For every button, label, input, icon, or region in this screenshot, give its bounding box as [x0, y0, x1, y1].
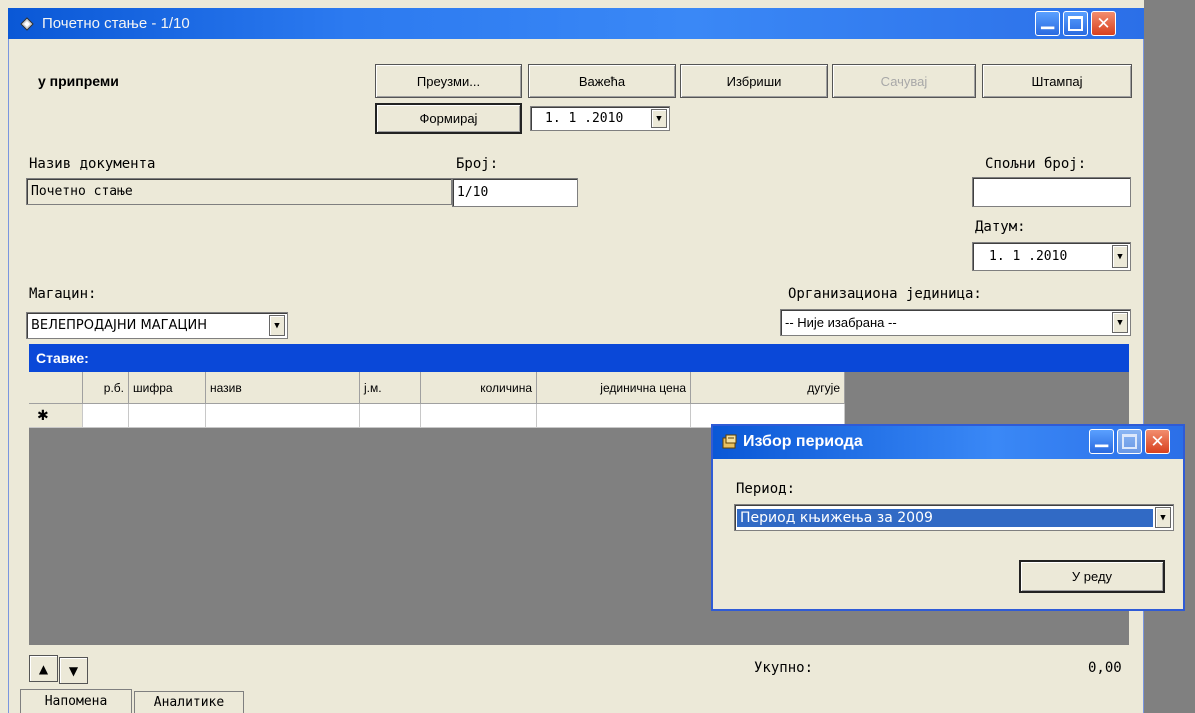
preuzmi-button[interactable]: Преузми... — [375, 64, 522, 98]
title-bar[interactable]: Почетно стање - 1/10 ▁ ✕ — [8, 8, 1144, 39]
app-icon — [20, 17, 34, 31]
dialog-minimize-button[interactable]: ▁ — [1089, 428, 1114, 454]
maximize-button[interactable] — [1063, 11, 1088, 36]
chevron-down-icon[interactable]: ▼ — [1112, 312, 1128, 333]
chevron-down-icon[interactable]: ▼ — [1155, 507, 1171, 528]
period-value: Период књижења за 2009 — [737, 508, 1153, 527]
dialog-title-bar[interactable]: Избор периода ▁ ✕ — [713, 426, 1183, 459]
column-header-jedinicna-cena[interactable]: јединична цена — [537, 372, 691, 404]
chevron-down-icon[interactable]: ▼ — [269, 315, 285, 336]
minimize-button[interactable]: ▁ — [1035, 10, 1060, 36]
table-cell[interactable] — [83, 404, 129, 428]
table-cell[interactable] — [129, 404, 206, 428]
table-cell[interactable] — [537, 404, 691, 428]
table-cell[interactable] — [206, 404, 360, 428]
period-label: Период: — [736, 481, 796, 497]
naziv-field: Почетно стање — [26, 178, 452, 205]
datum-value: 1. 1 .2010 — [989, 249, 1068, 264]
minimize-icon: ▁ — [1094, 428, 1109, 448]
grid-caption-bar — [29, 344, 1129, 372]
dialog-title: Избор периода — [743, 433, 863, 450]
close-button[interactable]: ✕ — [1091, 11, 1116, 36]
move-down-button[interactable]: ▼ — [59, 657, 88, 684]
toolbar-date-select[interactable]: 1. 1 .2010 ▼ — [530, 106, 670, 131]
column-header-jm[interactable]: ј.м. — [360, 372, 421, 404]
period-dialog: Избор периода ▁ ✕ Период: Период књижења… — [711, 424, 1185, 611]
maximize-icon — [1064, 12, 1087, 35]
dialog-maximize-button[interactable] — [1117, 429, 1142, 454]
column-header-sifra[interactable]: шифра — [129, 372, 206, 404]
column-header-rb[interactable]: р.б. — [83, 372, 129, 404]
tab-napomena[interactable]: Напомена — [20, 689, 132, 713]
ukupno-value: 0,00 — [1088, 660, 1122, 676]
stampaj-button[interactable]: Штампај — [982, 64, 1132, 98]
move-up-button[interactable]: ▲ — [29, 655, 58, 682]
period-select[interactable]: Период књижења за 2009 ▼ — [734, 504, 1174, 531]
datum-label: Датум: — [975, 219, 1026, 235]
chevron-down-icon[interactable]: ▼ — [651, 109, 667, 128]
spoljni-broj-label: Спољни број: — [985, 156, 1087, 172]
grid-title: Ставке: — [36, 350, 89, 366]
magacin-select[interactable]: ВЕЛЕПРОДАЈНИ МАГАЦИН ▼ — [26, 312, 288, 339]
close-icon: ✕ — [1150, 431, 1165, 452]
magacin-value: ВЕЛЕПРОДАЈНИ МАГАЦИН — [31, 318, 208, 333]
broj-label: Број: — [456, 156, 499, 172]
sacuvaj-button[interactable]: Сачувај — [832, 64, 976, 98]
column-header-kolicina[interactable]: количина — [421, 372, 537, 404]
izbrisi-button[interactable]: Избриши — [680, 64, 828, 98]
column-header-naziv[interactable]: назив — [206, 372, 360, 404]
ukupno-label: Укупно: — [754, 660, 814, 676]
window-title: Почетно стање - 1/10 — [42, 15, 190, 32]
naziv-value: Почетно стање — [31, 184, 133, 199]
row-selector-header — [29, 372, 83, 404]
org-jedinica-select[interactable]: -- Није изабрана -- ▼ — [780, 309, 1131, 336]
column-header-duguje[interactable]: дугује — [691, 372, 845, 404]
vazeca-button[interactable]: Важећа — [528, 64, 676, 98]
org-jedinica-value: -- Није изабрана -- — [785, 315, 897, 330]
broj-value: 1/10 — [457, 185, 489, 200]
datum-select[interactable]: 1. 1 .2010 ▼ — [972, 242, 1131, 271]
formiraj-button[interactable]: Формирај — [375, 103, 522, 134]
naziv-label: Назив документа — [29, 156, 156, 172]
dialog-app-icon — [722, 434, 737, 449]
table-cell[interactable] — [360, 404, 421, 428]
dialog-close-button[interactable]: ✕ — [1145, 429, 1170, 454]
chevron-down-icon: ▼ — [68, 663, 79, 678]
chevron-up-icon: ▲ — [38, 661, 49, 676]
ok-button[interactable]: У реду — [1019, 560, 1165, 593]
close-icon: ✕ — [1096, 13, 1111, 34]
maximize-icon — [1118, 430, 1141, 453]
tab-analitike[interactable]: Аналитике — [134, 691, 244, 713]
document-status: у припреми — [38, 73, 119, 89]
magacin-label: Магацин: — [29, 286, 97, 302]
chevron-down-icon[interactable]: ▼ — [1112, 245, 1128, 268]
minimize-icon: ▁ — [1040, 10, 1055, 30]
table-cell[interactable] — [421, 404, 537, 428]
spoljni-broj-field[interactable] — [972, 177, 1131, 207]
new-row-marker[interactable]: ✱ — [29, 404, 83, 428]
broj-field[interactable]: 1/10 — [452, 178, 578, 207]
toolbar-date-value: 1. 1 .2010 — [545, 111, 624, 126]
org-jedinica-label: Организациона јединица: — [788, 286, 982, 302]
